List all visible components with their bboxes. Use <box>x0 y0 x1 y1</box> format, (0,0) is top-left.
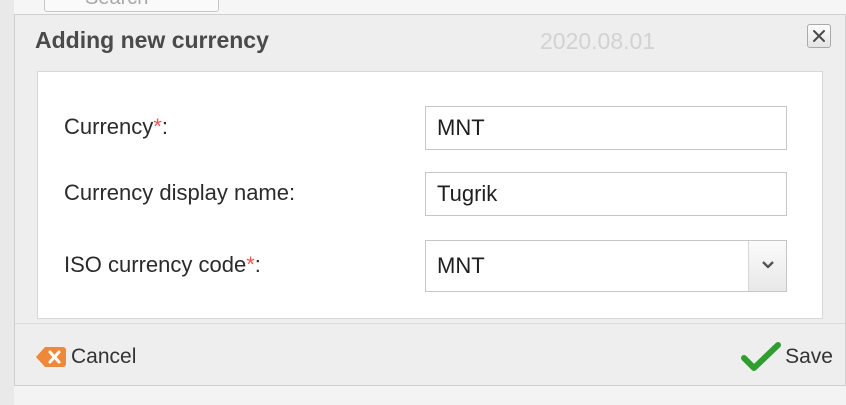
dialog-footer: Cancel Save <box>15 323 845 385</box>
cancel-label: Cancel <box>71 345 137 368</box>
add-currency-dialog: Adding new currency 2020.08.01 Currency*… <box>14 14 846 386</box>
currency-label: Currency*: <box>64 114 168 139</box>
save-button[interactable]: Save <box>741 342 833 372</box>
checkmark-icon <box>741 342 782 372</box>
dialog-form: Currency*: Currency display name: ISO cu… <box>37 71 823 319</box>
cancel-x-icon <box>35 346 67 368</box>
iso-code-label: ISO currency code*: <box>64 252 261 277</box>
background-left-edge <box>0 0 14 405</box>
iso-code-selected-value: MNT <box>437 253 485 278</box>
save-label: Save <box>785 345 833 368</box>
display-name-input[interactable] <box>425 172 787 216</box>
screen: Search Adding new currency 2020.08.01 Cu… <box>0 0 846 405</box>
display-name-label: Currency display name: <box>64 180 296 205</box>
iso-code-dropdown-button[interactable] <box>748 241 786 291</box>
dialog-titlebar: Adding new currency 2020.08.01 <box>15 15 845 69</box>
chevron-down-icon <box>749 260 786 270</box>
cancel-button[interactable]: Cancel <box>35 342 136 372</box>
currency-input[interactable] <box>425 106 787 150</box>
iso-code-select[interactable]: MNT <box>425 240 787 292</box>
required-marker: * <box>153 114 162 139</box>
background-date: 2020.08.01 <box>540 28 656 54</box>
dialog-title: Adding new currency <box>35 27 269 53</box>
background-search-input: Search <box>44 0 219 12</box>
close-button[interactable] <box>807 24 831 48</box>
close-icon <box>808 25 830 47</box>
required-marker: * <box>246 252 255 277</box>
